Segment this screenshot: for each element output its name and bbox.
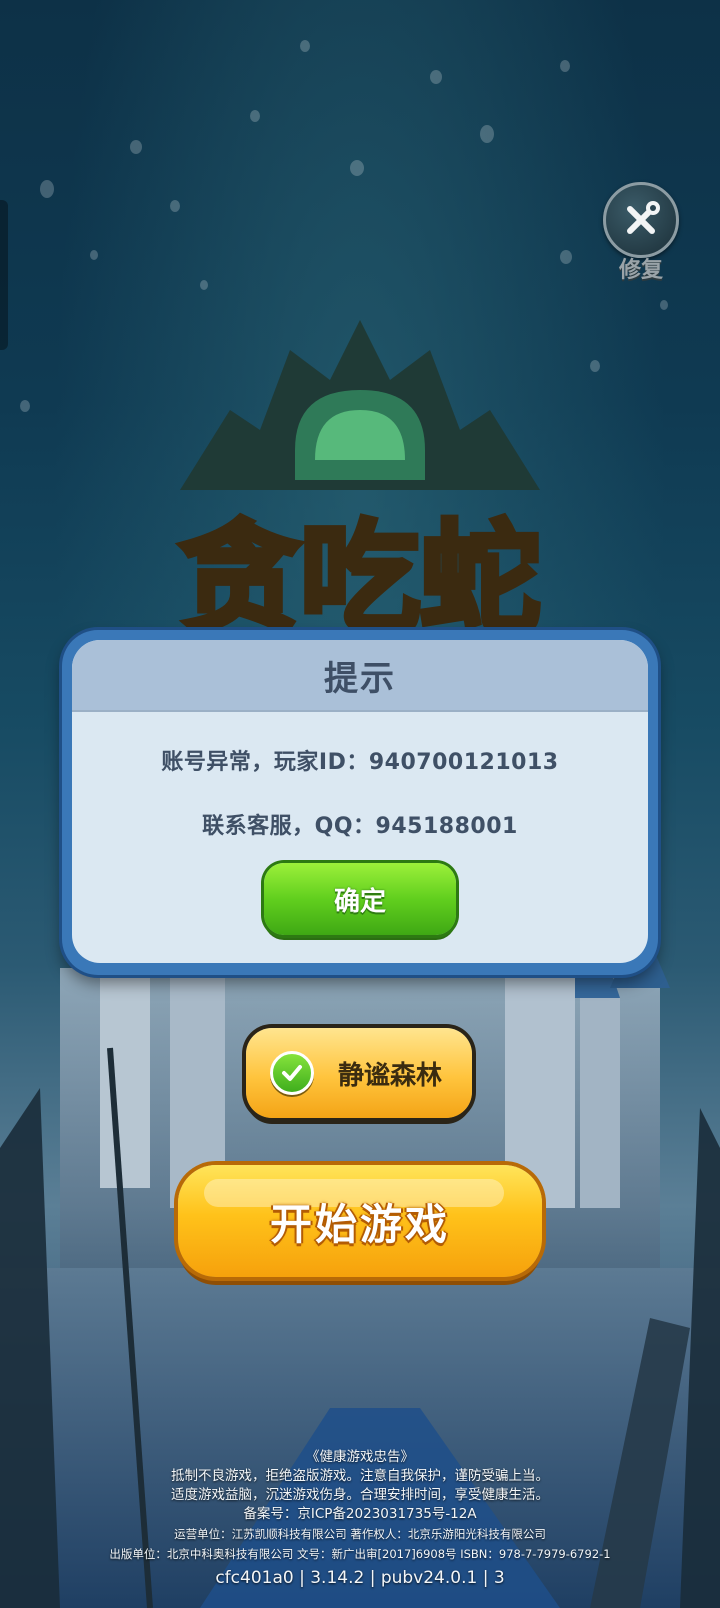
version-info: cfc401a0 | 3.14.2 | pubv24.0.1 | 3: [215, 1568, 505, 1588]
customer-service-contact: 联系客服，QQ：945188001: [202, 814, 518, 839]
region-label: 静谧森林: [338, 1060, 443, 1091]
start-game-label: 开始游戏: [269, 1199, 450, 1249]
region-select-button[interactable]: 静谧森林: [246, 1028, 472, 1118]
game-logo: 贪吃蛇: [177, 320, 543, 630]
start-game-button[interactable]: 开始游戏: [178, 1165, 542, 1277]
check-icon: [270, 1051, 314, 1095]
repair-label: 修复: [618, 258, 663, 283]
logo-title: 贪吃蛇: [180, 510, 540, 630]
publisher-info: 出版单位：北京中科奥科技有限公司 文号：新广出审[2017]6908号 ISBN…: [109, 1547, 611, 1561]
icp-record: 备案号：京ICP备2023031735号-12A: [243, 1506, 477, 1522]
wrench-screwdriver-icon: [603, 182, 679, 258]
health-notice-title: 《健康游戏忠告》: [306, 1449, 414, 1465]
alert-dialog: 提示 账号异常，玩家ID：940700121013 联系客服，QQ：945188…: [62, 630, 658, 975]
account-error-message: 账号异常，玩家ID：940700121013: [161, 750, 559, 775]
health-notice-footer: 《健康游戏忠告》 抵制不良游戏，拒绝盗版游戏。注意自我保护，谨防受骗上当。 适度…: [0, 1448, 720, 1590]
alert-dialog-header: 提示: [72, 640, 648, 712]
alert-dialog-title: 提示: [324, 658, 396, 699]
side-edge-handle[interactable]: [0, 200, 8, 350]
confirm-button[interactable]: 确定: [264, 863, 456, 935]
operator-info: 运营单位：江苏凯顺科技有限公司 著作权人：北京乐游阳光科技有限公司: [174, 1527, 546, 1541]
confirm-button-label: 确定: [333, 886, 386, 917]
repair-button[interactable]: 修复: [600, 182, 682, 284]
alert-dialog-body: 提示 账号异常，玩家ID：940700121013 联系客服，QQ：945188…: [72, 640, 648, 963]
health-notice-line-2: 适度游戏益脑，沉迷游戏伤身。合理安排时间，享受健康生活。: [171, 1487, 549, 1503]
health-notice-line-1: 抵制不良游戏，拒绝盗版游戏。注意自我保护，谨防受骗上当。: [171, 1468, 549, 1484]
